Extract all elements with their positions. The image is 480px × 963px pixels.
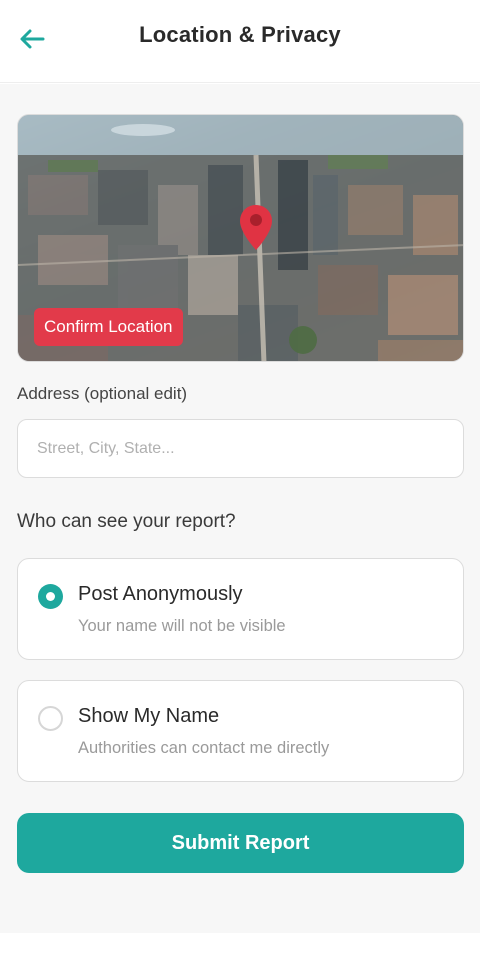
option-title: Show My Name [78, 705, 220, 727]
option-description: Your name will not be visible [78, 617, 286, 635]
confirm-location-button[interactable]: Confirm Location [34, 308, 183, 346]
visibility-question: Who can see your report? [17, 511, 236, 532]
app-header: Location & Privacy [0, 0, 480, 83]
address-input[interactable] [17, 419, 464, 478]
option-title: Post Anonymously [78, 583, 243, 605]
radio-unselected[interactable] [38, 706, 63, 731]
option-description: Authorities can contact me directly [78, 739, 330, 757]
option-show-my-name[interactable]: Show My Name Authorities can contact me … [17, 680, 464, 782]
option-post-anonymously[interactable]: Post Anonymously Your name will not be v… [17, 558, 464, 660]
radio-selected[interactable] [38, 584, 63, 609]
page-title: Location & Privacy [139, 22, 341, 47]
submit-report-button[interactable]: Submit Report [17, 813, 464, 873]
main-content: Confirm Location Address (optional edit)… [0, 84, 480, 933]
location-map[interactable]: Confirm Location [17, 114, 464, 362]
address-label: Address (optional edit) [17, 384, 188, 403]
